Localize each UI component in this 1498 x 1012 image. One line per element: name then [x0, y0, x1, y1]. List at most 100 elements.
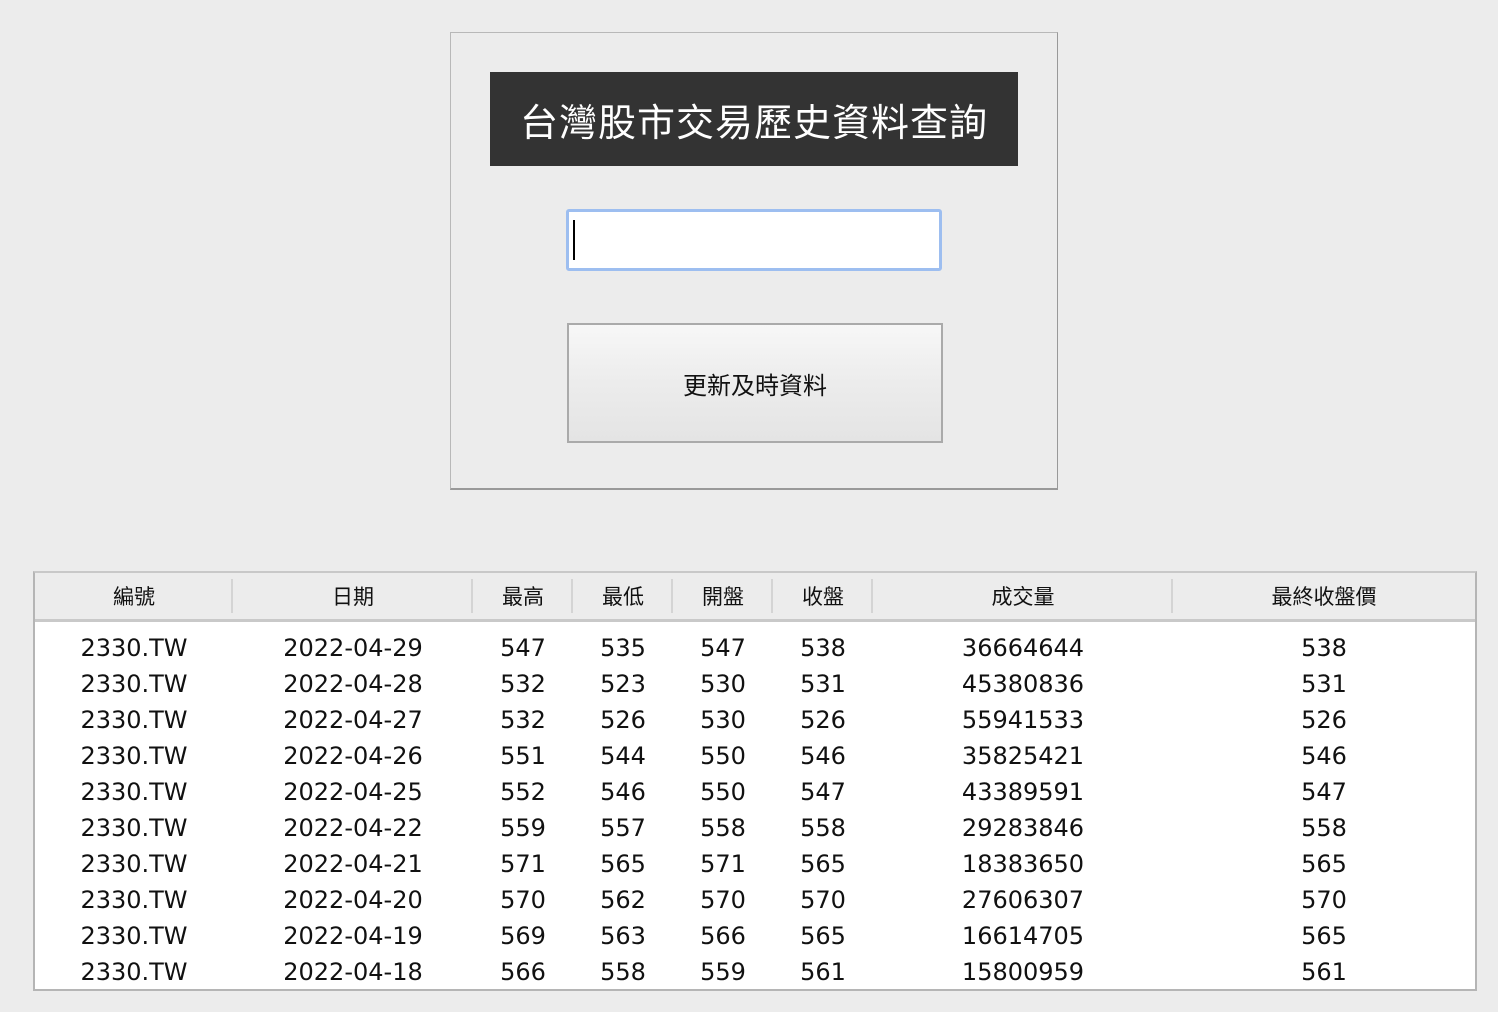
table-header: 編號 日期 最高 最低 開盤 收盤 成交量 最終收盤價: [35, 573, 1475, 622]
stock-history-table: 編號 日期 最高 最低 開盤 收盤 成交量 最終收盤價 2330.TW 2022-04-29 54…: [33, 571, 1477, 991]
table-cell: 2330.TW: [80, 634, 188, 662]
table-cell: 547: [700, 634, 746, 662]
table-cell: 561: [1301, 958, 1347, 986]
table-cell: 571: [700, 850, 746, 878]
table-cell: 2022-04-20: [283, 886, 423, 914]
table-cell: 2330.TW: [80, 922, 188, 950]
table-cell: 565: [800, 850, 846, 878]
table-cell: 571: [500, 850, 546, 878]
table-cell: 550: [700, 742, 746, 770]
column-header[interactable]: 最終收盤價: [1173, 573, 1475, 619]
table-cell: 565: [600, 850, 646, 878]
table-row[interactable]: 2330.TW 2022-04-26 551 544 550 546 35825421 546: [35, 738, 1475, 774]
table-cell: 565: [1301, 850, 1347, 878]
table-body: 2330.TW 2022-04-29 547 535 547 538 36664644 538…: [35, 622, 1475, 989]
table-cell: 546: [600, 778, 646, 806]
table-cell: 570: [700, 886, 746, 914]
table-cell: 558: [700, 814, 746, 842]
table-cell: 566: [700, 922, 746, 950]
table-cell: 532: [500, 706, 546, 734]
table-cell: 2330.TW: [80, 742, 188, 770]
table-cell: 2022-04-28: [283, 670, 423, 698]
table-row[interactable]: 2330.TW 2022-04-21 571 565 571 565 18383650 565: [35, 846, 1475, 882]
table-cell: 547: [800, 778, 846, 806]
text-caret: [573, 220, 575, 260]
table-cell: 2022-04-18: [283, 958, 423, 986]
table-cell: 16614705: [961, 922, 1085, 950]
table-cell: 558: [1301, 814, 1347, 842]
table-cell: 526: [1301, 706, 1347, 734]
table-row[interactable]: 2330.TW 2022-04-20 570 562 570 570 27606307 570: [35, 882, 1475, 918]
table-cell: 546: [800, 742, 846, 770]
table-cell: 547: [1301, 778, 1347, 806]
table-cell: 538: [800, 634, 846, 662]
table-cell: 544: [600, 742, 646, 770]
column-header[interactable]: 收盤: [773, 573, 873, 619]
page-title: 台灣股市交易歷史資料查詢: [490, 72, 1018, 166]
table-cell: 2022-04-19: [283, 922, 423, 950]
table-cell: 562: [600, 886, 646, 914]
table-cell: 559: [500, 814, 546, 842]
table-cell: 535: [600, 634, 646, 662]
table-cell: 18383650: [961, 850, 1085, 878]
table-cell: 558: [800, 814, 846, 842]
table-cell: 2330.TW: [80, 886, 188, 914]
table-cell: 29283846: [961, 814, 1085, 842]
table-cell: 557: [600, 814, 646, 842]
table-cell: 565: [1301, 922, 1347, 950]
table-cell: 2330.TW: [80, 958, 188, 986]
table-cell: 530: [700, 706, 746, 734]
table-cell: 531: [1301, 670, 1347, 698]
table-cell: 45380836: [961, 670, 1085, 698]
table-row[interactable]: 2330.TW 2022-04-19 569 563 566 565 16614705 565: [35, 918, 1475, 954]
table-cell: 55941533: [961, 706, 1085, 734]
refresh-data-button[interactable]: 更新及時資料: [567, 323, 943, 443]
table-row[interactable]: 2330.TW 2022-04-29 547 535 547 538 36664644 538: [35, 630, 1475, 666]
table-cell: 566: [500, 958, 546, 986]
table-cell: 565: [800, 922, 846, 950]
table-cell: 2022-04-29: [283, 634, 423, 662]
table-cell: 2022-04-22: [283, 814, 423, 842]
table-cell: 526: [800, 706, 846, 734]
column-header[interactable]: 最低: [573, 573, 673, 619]
table-row[interactable]: 2330.TW 2022-04-27 532 526 530 526 55941533 526: [35, 702, 1475, 738]
table-cell: 532: [500, 670, 546, 698]
table-cell: 2330.TW: [80, 778, 188, 806]
column-header[interactable]: 日期: [233, 573, 473, 619]
table-cell: 561: [800, 958, 846, 986]
table-cell: 2330.TW: [80, 850, 188, 878]
table-cell: 27606307: [961, 886, 1085, 914]
column-header[interactable]: 開盤: [673, 573, 773, 619]
table-cell: 15800959: [961, 958, 1085, 986]
table-row[interactable]: 2330.TW 2022-04-25 552 546 550 547 43389591 547: [35, 774, 1475, 810]
table-cell: 2022-04-25: [283, 778, 423, 806]
table-cell: 558: [600, 958, 646, 986]
column-header[interactable]: 成交量: [873, 573, 1173, 619]
table-cell: 551: [500, 742, 546, 770]
stock-code-input[interactable]: [566, 209, 942, 271]
query-panel: 台灣股市交易歷史資料查詢 更新及時資料: [450, 32, 1058, 490]
table-row[interactable]: 2330.TW 2022-04-28 532 523 530 531 45380836 531: [35, 666, 1475, 702]
table-cell: 547: [500, 634, 546, 662]
column-header[interactable]: 最高: [473, 573, 573, 619]
table-cell: 559: [700, 958, 746, 986]
table-cell: 36664644: [961, 634, 1085, 662]
table-cell: 2022-04-27: [283, 706, 423, 734]
table-cell: 530: [700, 670, 746, 698]
column-header[interactable]: 編號: [35, 573, 233, 619]
table-row[interactable]: 2330.TW 2022-04-18 566 558 559 561 15800959 561: [35, 954, 1475, 989]
table-cell: 526: [600, 706, 646, 734]
table-cell: 523: [600, 670, 646, 698]
table-cell: 531: [800, 670, 846, 698]
table-cell: 570: [1301, 886, 1347, 914]
table-cell: 2330.TW: [80, 706, 188, 734]
table-row[interactable]: 2330.TW 2022-04-22 559 557 558 558 29283846 558: [35, 810, 1475, 846]
table-cell: 43389591: [961, 778, 1085, 806]
table-cell: 552: [500, 778, 546, 806]
table-cell: 546: [1301, 742, 1347, 770]
table-cell: 2330.TW: [80, 814, 188, 842]
table-cell: 538: [1301, 634, 1347, 662]
table-cell: 2330.TW: [80, 670, 188, 698]
table-cell: 570: [500, 886, 546, 914]
table-cell: 35825421: [961, 742, 1085, 770]
